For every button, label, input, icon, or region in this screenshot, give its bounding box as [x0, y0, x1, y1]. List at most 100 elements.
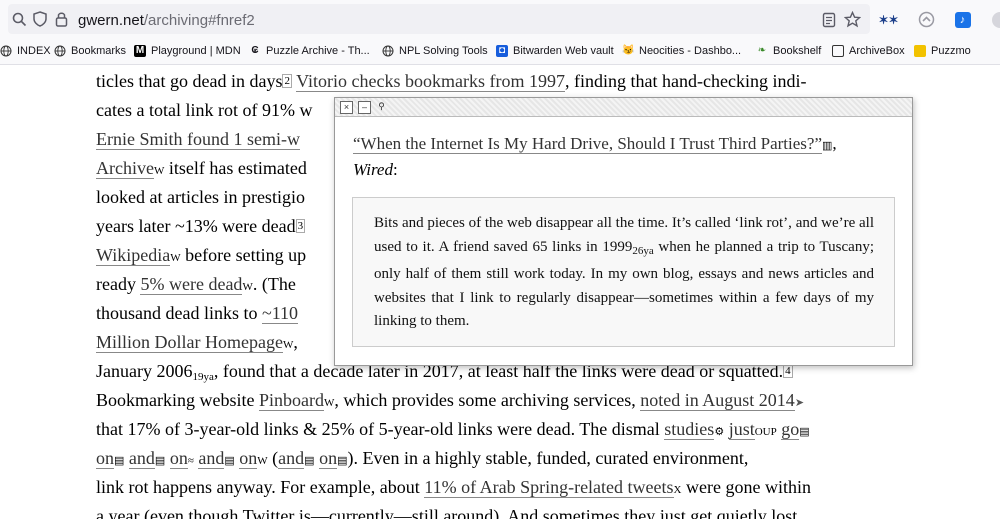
pin-icon[interactable]: ⚲ [376, 101, 387, 112]
text-run: looked at articles in prestigio [96, 187, 305, 207]
bookmark-bookmarks[interactable]: Bookmarks [54, 43, 126, 59]
link-go[interactable]: go [781, 419, 800, 440]
text-line: that 17% of 3-year-old links & 25% of 5-… [96, 419, 810, 440]
footnote-ref[interactable]: 3 [295, 219, 306, 233]
minimize-icon[interactable]: – [358, 101, 371, 114]
link-wikipedia[interactable]: Wikipedia [96, 245, 171, 266]
bookmark-label: NPL Solving Tools [399, 45, 488, 57]
mdn-icon: M [134, 45, 146, 57]
footnote-ref[interactable]: 2 [282, 74, 292, 88]
text-run: link rot happens anyway. For example, ab… [96, 477, 425, 497]
text-line: ticles that go dead in days 2 Vitorio che… [96, 71, 806, 92]
globe-icon [0, 45, 12, 57]
bookmark-label: Bookmarks [71, 45, 127, 57]
text-run [724, 419, 729, 439]
link-preview-popup: × – ⚲ “When the Internet Is My Hard Driv… [334, 97, 913, 366]
text-line: years later ~13% were dead 3 [96, 216, 306, 237]
text-run: ). Even in a highly stable, funded, cura… [347, 448, 749, 468]
link-and[interactable]: and [128, 448, 155, 469]
puzzmo-icon [914, 45, 926, 57]
link-vitorio[interactable]: Vitorio checks bookmarks from 1997 [296, 71, 566, 92]
age-subscript: 19ya [192, 371, 214, 383]
profile-icon[interactable] [988, 11, 1000, 28]
url-text[interactable]: gwern.net/archiving#fnref2 [78, 12, 255, 29]
bookmark-label: INDEX [17, 45, 51, 57]
link-ernie-smith[interactable]: Ernie Smith found 1 semi-w [96, 129, 300, 150]
text-run: January 2006 [96, 361, 193, 381]
search-icon [12, 12, 27, 30]
bookmarks-bar: INDEX Bookmarks M Playground | MDN ₢ Puz… [0, 38, 1000, 65]
wikipedia-mark: W [242, 281, 253, 293]
url-bar: gwern.net/archiving#fnref2 ✶✶ ♪ [0, 0, 1000, 38]
link-5-percent-dead[interactable]: 5% were dead [140, 274, 243, 295]
extension-blue-icon[interactable]: ♪ [954, 11, 971, 28]
pdf-icon: ▤ [304, 455, 315, 467]
shield-icon[interactable] [33, 11, 47, 30]
text-run: years later ~13% were dead [96, 216, 296, 236]
link-archive[interactable]: Archive [96, 158, 154, 179]
wave-icon: ≈ [187, 455, 194, 467]
text-run: , [832, 134, 837, 153]
link-110[interactable]: ~110 [261, 303, 299, 324]
oup-mark: OUP [754, 426, 777, 438]
bookmark-star-icon[interactable] [844, 11, 861, 28]
pdf-icon: ▤ [337, 455, 348, 467]
bookmark-archivebox[interactable]: ArchiveBox [832, 43, 905, 59]
bookmark-puzzmo[interactable]: Puzzmo [914, 43, 971, 59]
link-pinboard[interactable]: Pinboard [258, 390, 324, 411]
bookmark-label: Bitwarden Web vault [513, 45, 614, 57]
neocities-icon: 😼 [622, 45, 635, 56]
popup-title-link[interactable]: “When the Internet Is My Hard Drive, Sho… [353, 134, 822, 154]
lock-icon[interactable] [55, 11, 68, 30]
link-arab-spring-tweets[interactable]: 11% of Arab Spring-related tweets [424, 477, 674, 498]
text-line: a year (even though Twitter is—currently… [96, 506, 797, 519]
text-run: that 17% of 3-year-old links & 25% of 5-… [96, 419, 665, 439]
wikipedia-mark: W [257, 455, 268, 467]
bookmark-neocities[interactable]: 😼 Neocities - Dashbo... [622, 43, 741, 59]
link-and[interactable]: and [198, 448, 225, 469]
footnote-ref[interactable]: 4 [783, 364, 793, 378]
text-line: Bookmarking website PinboardW, which pro… [96, 390, 804, 411]
bitwarden-icon: ◘ [496, 45, 508, 57]
bookmark-label: Neocities - Dashbo... [639, 45, 742, 57]
archive-icon: ▥ [822, 140, 833, 152]
link-on[interactable]: on [96, 448, 114, 469]
address-field[interactable]: gwern.net/archiving#fnref2 [8, 4, 870, 34]
link-on[interactable]: on [169, 448, 188, 469]
link-and[interactable]: and [278, 448, 305, 469]
bookmark-label: Playground | MDN [151, 45, 241, 57]
text-run: Bookmarking website [96, 390, 259, 410]
link-on[interactable]: on [239, 448, 258, 469]
text-line: WikipediaW before setting up [96, 245, 306, 266]
pdf-icon: ▤ [154, 455, 166, 467]
text-run: , [293, 332, 298, 352]
popup-titlebar[interactable]: × – ⚲ [335, 98, 912, 117]
text-run: thousand dead links to [96, 303, 262, 323]
text-run: before setting up [180, 245, 307, 265]
link-million-dollar-homepage[interactable]: Million Dollar Homepage [96, 332, 283, 353]
bookmark-index[interactable]: INDEX [0, 43, 51, 59]
link-noted-august-2014[interactable]: noted in August 2014 [640, 390, 795, 411]
link-on[interactable]: on [319, 448, 338, 469]
globe-icon [382, 45, 394, 57]
age-subscript: 26ya [632, 244, 654, 257]
close-icon[interactable]: × [340, 101, 353, 114]
bookmark-bookshelf[interactable]: ❧ Bookshelf [756, 43, 822, 59]
reader-view-icon[interactable] [820, 11, 837, 28]
extension-icon[interactable]: ✶✶ [878, 11, 898, 28]
wikipedia-mark: W [170, 252, 181, 264]
pdf-icon: ▤ [114, 455, 125, 467]
link-studies[interactable]: studies [664, 419, 715, 440]
text-run: . (The [252, 274, 296, 294]
text-run: : [392, 160, 398, 179]
bookmark-bitwarden[interactable]: ◘ Bitwarden Web vault [496, 43, 614, 59]
text-run: a year (even though Twitter is—currently… [96, 506, 798, 519]
abstract-text: Bits and pieces of the web disappear all… [374, 212, 874, 334]
link-just[interactable]: just [728, 419, 755, 440]
bookmark-label: Puzzmo [931, 45, 971, 57]
bookmark-npl[interactable]: NPL Solving Tools [382, 43, 488, 59]
bookmark-mdn[interactable]: M Playground | MDN [134, 43, 241, 59]
puzzle-icon: ₢ [251, 45, 259, 56]
extension-up-icon[interactable] [918, 11, 935, 28]
bookmark-puzzle-archive[interactable]: ₢ Puzzle Archive - Th... [249, 43, 369, 59]
